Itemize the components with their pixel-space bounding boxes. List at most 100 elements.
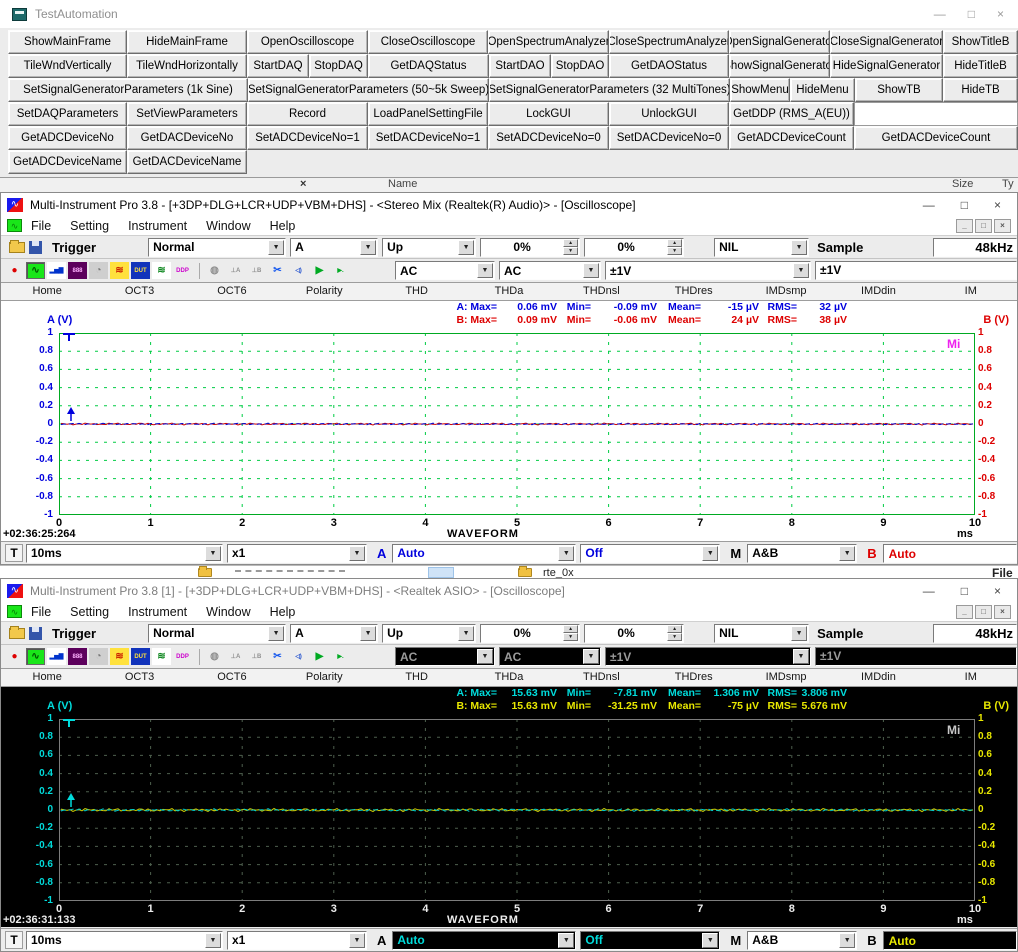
close-icon[interactable]: ×	[994, 198, 1001, 212]
hidesignalgenerator-button[interactable]: HideSignalGenerator	[830, 54, 943, 78]
menu-help[interactable]: Help	[270, 219, 296, 233]
trigger-level-spinner[interactable]: 0%▲▼	[480, 238, 580, 257]
trigger-rejection-select[interactable]: NIL▼	[714, 238, 809, 257]
hidemenu-button[interactable]: HideMenu	[790, 78, 855, 102]
lockgui-button[interactable]: LockGUI	[488, 102, 609, 126]
startdaq-button[interactable]: StartDAQ	[247, 54, 309, 78]
showtb-button[interactable]: ShowTB	[855, 78, 943, 102]
chevron-down-icon[interactable]: ▼	[458, 626, 474, 641]
restore-icon[interactable]: □	[961, 584, 968, 598]
close-icon[interactable]: ×	[997, 7, 1004, 21]
mdi-restore-icon[interactable]: □	[975, 219, 992, 233]
tab-thd[interactable]: THD	[370, 669, 462, 686]
getddp-rms-a-eu-button[interactable]: GetDDP (RMS_A(EU))	[729, 102, 854, 126]
tab-home[interactable]: Home	[1, 669, 93, 686]
sweep-time-select[interactable]: 10ms▼	[26, 931, 223, 950]
explorer-size-column[interactable]: Size	[952, 178, 973, 190]
tilewndvertically-button[interactable]: TileWndVertically	[8, 54, 127, 78]
tab-im[interactable]: IM	[925, 669, 1017, 686]
menu-instrument[interactable]: Instrument	[128, 605, 187, 619]
chevron-down-icon[interactable]: ▼	[839, 546, 855, 561]
chevron-down-icon[interactable]: ▼	[793, 263, 809, 278]
showmainframe-button[interactable]: ShowMainFrame	[8, 30, 127, 54]
probe-icon[interactable]: ✂	[268, 262, 287, 279]
sweep-time-select[interactable]: 10ms▼	[26, 544, 223, 563]
getdaqstatus-button[interactable]: GetDAQStatus	[368, 54, 489, 78]
ddp-viewer-icon[interactable]: DDP	[173, 262, 192, 279]
tab-imddin[interactable]: IMDdin	[832, 669, 924, 686]
oscilloscope-icon[interactable]: ∿	[26, 648, 45, 665]
chevron-down-icon[interactable]: ▼	[360, 240, 376, 255]
trigger-delay-spinner[interactable]: 0%▲▼	[584, 624, 684, 643]
range-a-select[interactable]: ±1V▼	[605, 647, 811, 666]
open-panel-setting-icon[interactable]	[9, 242, 25, 253]
title-bar[interactable]: ∿ Multi-Instrument Pro 3.8 - [+3DP+DLG+L…	[1, 193, 1017, 216]
maximize-icon[interactable]: □	[968, 7, 975, 21]
trigger-sweep-a-select[interactable]: Auto▼	[392, 544, 576, 563]
lcr-meter-icon[interactable]: ≋	[152, 648, 171, 665]
chevron-down-icon[interactable]: ▼	[583, 263, 599, 278]
tab-thdnsl[interactable]: THDnsl	[555, 669, 647, 686]
chevron-down-icon[interactable]: ▼	[558, 546, 574, 561]
run-icon[interactable]: ▶	[310, 262, 329, 279]
zoom-multiplier-select[interactable]: x1▼	[227, 931, 367, 950]
tab-polarity[interactable]: Polarity	[278, 669, 370, 686]
setviewparameters-button[interactable]: SetViewParameters	[127, 102, 247, 126]
showtitleb-button[interactable]: ShowTitleB	[943, 30, 1018, 54]
showmenu-button[interactable]: ShowMenu	[730, 78, 790, 102]
run-icon[interactable]: ▶	[310, 648, 329, 665]
tab-imdsmp[interactable]: IMDsmp	[740, 283, 832, 300]
setadcdeviceno-1-button[interactable]: SetADCDeviceNo=1	[247, 126, 368, 150]
trigger-source-select[interactable]: A▼	[290, 238, 378, 257]
restore-icon[interactable]: □	[961, 198, 968, 212]
tab-oct3[interactable]: OCT3	[93, 283, 185, 300]
mdi-minimize-icon[interactable]: _	[956, 219, 973, 233]
startdao-button[interactable]: StartDAO	[489, 54, 551, 78]
tab-imdsmp[interactable]: IMDsmp	[740, 669, 832, 686]
tab-im[interactable]: IM	[925, 283, 1017, 300]
chevron-down-icon[interactable]: ▼	[839, 933, 855, 948]
menu-window[interactable]: Window	[206, 605, 250, 619]
probe-icon[interactable]: ✂	[268, 648, 287, 665]
tab-oct3[interactable]: OCT3	[93, 669, 185, 686]
signal-generator-icon[interactable]: 888	[68, 648, 87, 665]
hidetb-button[interactable]: HideTB	[943, 78, 1018, 102]
trigger-source-select[interactable]: A▼	[290, 624, 378, 643]
multimeter-icon[interactable]: ◔	[89, 648, 108, 665]
save-panel-setting-icon[interactable]	[29, 241, 42, 254]
minimize-icon[interactable]: —	[923, 198, 935, 212]
chevron-down-icon[interactable]: ▼	[205, 546, 221, 561]
mdi-close-icon[interactable]: ×	[994, 219, 1011, 233]
setsignalgeneratorparameters-50-5k-sweep-button[interactable]: SetSignalGeneratorParameters (50~5k Swee…	[248, 78, 489, 102]
device-test-plan-icon[interactable]: DUT	[131, 648, 150, 665]
unlockgui-button[interactable]: UnlockGUI	[609, 102, 729, 126]
spin-up-icon[interactable]: ▲	[667, 625, 682, 633]
trigger-edge-select[interactable]: Up▼	[382, 238, 476, 257]
menu-help[interactable]: Help	[270, 605, 296, 619]
menu-instrument[interactable]: Instrument	[128, 219, 187, 233]
coupling-a-select[interactable]: AC▼	[395, 647, 495, 666]
getdaostatus-button[interactable]: GetDAOStatus	[609, 54, 729, 78]
multimeter-icon[interactable]: ◔	[89, 262, 108, 279]
getdacdeviceno-button[interactable]: GetDACDeviceNo	[127, 126, 247, 150]
tab-thdnsl[interactable]: THDnsl	[555, 283, 647, 300]
getadcdevicename-button[interactable]: GetADCDeviceName	[8, 150, 127, 174]
spectrum-analyzer-icon[interactable]: ▂▅▇	[47, 262, 66, 279]
tab-oct6[interactable]: OCT6	[186, 669, 278, 686]
showsignalgenerator-button[interactable]: ShowSignalGenerator	[729, 54, 830, 78]
mdi-restore-icon[interactable]: □	[975, 605, 992, 619]
closesignalgenerator-button[interactable]: CloseSignalGenerator	[830, 30, 943, 54]
closespectrumanalyzer-button[interactable]: CloseSpectrumAnalyzer	[609, 30, 729, 54]
tilewndhorizontally-button[interactable]: TileWndHorizontally	[127, 54, 247, 78]
chevron-down-icon[interactable]: ▼	[268, 626, 284, 641]
chevron-down-icon[interactable]: ▼	[458, 240, 474, 255]
tab-home[interactable]: Home	[1, 283, 93, 300]
closeoscilloscope-button[interactable]: CloseOscilloscope	[368, 30, 488, 54]
menu-window[interactable]: Window	[206, 219, 250, 233]
menu-file[interactable]: File	[31, 605, 51, 619]
device-test-plan-icon[interactable]: DUT	[131, 262, 150, 279]
oscilloscope-icon[interactable]: ∿	[26, 262, 45, 279]
spectrum-3d-plot-icon[interactable]: ≋	[110, 648, 129, 665]
openspectrumanalyzer-button[interactable]: OpenSpectrumAnalyzer	[488, 30, 609, 54]
chevron-down-icon[interactable]: ▼	[477, 649, 493, 664]
